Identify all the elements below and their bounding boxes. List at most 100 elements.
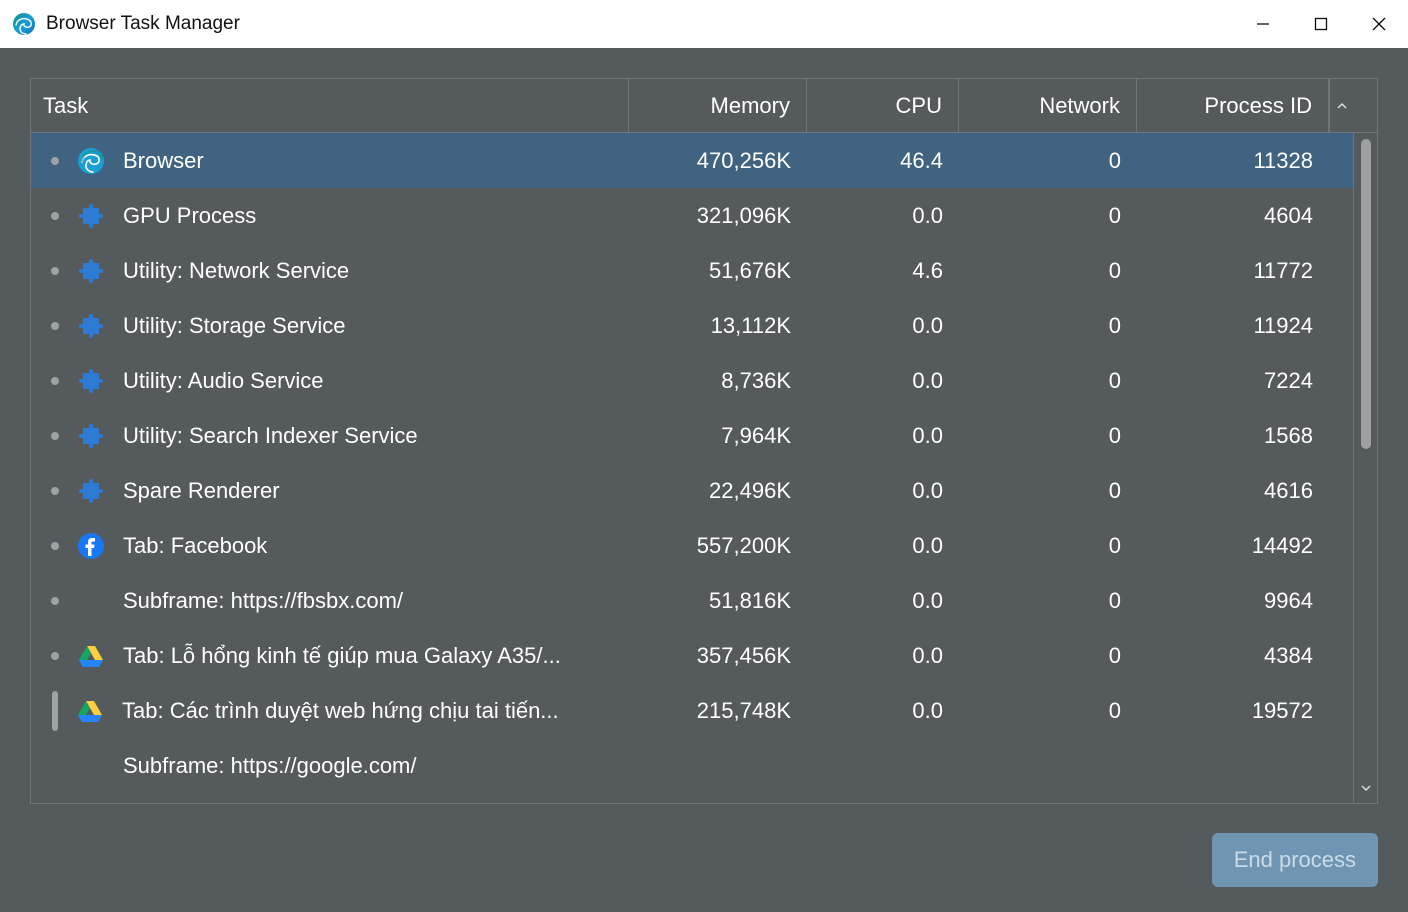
puzzle-icon (77, 202, 105, 230)
vertical-scrollbar[interactable] (1353, 133, 1377, 803)
cell-memory: 7,964K (629, 423, 807, 449)
puzzle-icon (77, 422, 105, 450)
cell-cpu: 0.0 (807, 313, 959, 339)
cell-process-id: 14492 (1137, 533, 1329, 559)
table-body: Browser470,256K46.4011328GPU Process321,… (31, 133, 1377, 803)
cell-cpu: 0.0 (807, 203, 959, 229)
cell-memory: 51,676K (629, 258, 807, 284)
status-dot (51, 377, 59, 385)
task-label: Subframe: https://fbsbx.com/ (123, 588, 403, 614)
cell-cpu: 4.6 (807, 258, 959, 284)
cell-memory: 557,200K (629, 533, 807, 559)
scrollbar-thumb[interactable] (1361, 139, 1371, 449)
status-dot (51, 652, 59, 660)
table-row[interactable]: Subframe: https://google.com/ (31, 738, 1353, 793)
cell-task: Utility: Search Indexer Service (31, 422, 629, 450)
col-network[interactable]: Network (959, 79, 1137, 132)
puzzle-icon (77, 257, 105, 285)
table-row[interactable]: Tab: Lỗ hổng kinh tế giúp mua Galaxy A35… (31, 628, 1353, 683)
puzzle-icon (77, 477, 105, 505)
cell-memory: 22,496K (629, 478, 807, 504)
table-row[interactable]: Utility: Storage Service13,112K0.0011924 (31, 298, 1353, 353)
close-button[interactable] (1350, 0, 1408, 48)
status-dot (51, 487, 59, 495)
col-task[interactable]: Task (31, 79, 629, 132)
cell-memory: 470,256K (629, 148, 807, 174)
cell-cpu: 0.0 (807, 588, 959, 614)
cell-network: 0 (959, 423, 1137, 449)
cell-network: 0 (959, 698, 1137, 724)
table-row[interactable]: Subframe: https://fbsbx.com/51,816K0.009… (31, 573, 1353, 628)
cell-network: 0 (959, 148, 1137, 174)
cell-network: 0 (959, 478, 1137, 504)
chevron-down-icon (1360, 781, 1372, 799)
cell-process-id: 1568 (1137, 423, 1329, 449)
drive-icon (77, 642, 105, 670)
task-label: Spare Renderer (123, 478, 280, 504)
cell-task: GPU Process (31, 202, 629, 230)
task-label: Subframe: https://google.com/ (123, 753, 417, 779)
cell-cpu: 46.4 (807, 148, 959, 174)
maximize-button[interactable] (1292, 0, 1350, 48)
table-row[interactable]: Utility: Audio Service8,736K0.007224 (31, 353, 1353, 408)
cell-task: Tab: Facebook (31, 532, 629, 560)
table-row[interactable]: Browser470,256K46.4011328 (31, 133, 1353, 188)
table-row[interactable]: Utility: Network Service 51,676K4.6011772 (31, 243, 1353, 298)
cell-task: Subframe: https://google.com/ (31, 752, 629, 780)
status-dot (51, 542, 59, 550)
cell-cpu: 0.0 (807, 533, 959, 559)
cell-network: 0 (959, 643, 1137, 669)
scroll-up-button[interactable] (1329, 79, 1353, 132)
table-row[interactable]: Tab: Facebook 557,200K0.0014492 (31, 518, 1353, 573)
table-header: Task Memory CPU Network Process ID (31, 79, 1377, 133)
footer: End process (30, 830, 1378, 890)
task-label: Browser (123, 148, 204, 174)
col-cpu[interactable]: CPU (807, 79, 959, 132)
edge-icon (12, 12, 36, 36)
status-dot (51, 432, 59, 440)
col-process-id[interactable]: Process ID (1137, 79, 1329, 132)
cell-memory: 51,816K (629, 588, 807, 614)
cell-cpu: 0.0 (807, 643, 959, 669)
status-dot (51, 267, 59, 275)
puzzle-icon (77, 367, 105, 395)
end-process-button[interactable]: End process (1212, 833, 1378, 887)
cell-cpu: 0.0 (807, 698, 959, 724)
cell-process-id: 7224 (1137, 368, 1329, 394)
cell-process-id: 4604 (1137, 203, 1329, 229)
cell-task: Utility: Storage Service (31, 312, 629, 340)
puzzle-icon (77, 312, 105, 340)
edge-icon (77, 147, 105, 175)
cell-network: 0 (959, 588, 1137, 614)
task-label: Tab: Facebook (123, 533, 267, 559)
table-row[interactable]: Tab: Các trình duyệt web hứng chịu tai t… (31, 683, 1353, 738)
cell-network: 0 (959, 368, 1137, 394)
cell-process-id: 4384 (1137, 643, 1329, 669)
cell-memory: 321,096K (629, 203, 807, 229)
table-row[interactable]: Utility: Search Indexer Service7,964K0.0… (31, 408, 1353, 463)
cell-memory: 215,748K (629, 698, 807, 724)
titlebar: Browser Task Manager (0, 0, 1408, 48)
task-label: Utility: Network Service (123, 258, 349, 284)
drive-icon (76, 697, 104, 725)
cell-network: 0 (959, 533, 1137, 559)
cell-network: 0 (959, 313, 1137, 339)
cell-task: Subframe: https://fbsbx.com/ (31, 587, 629, 615)
cell-process-id: 11924 (1137, 313, 1329, 339)
col-memory[interactable]: Memory (629, 79, 807, 132)
status-dot (51, 212, 59, 220)
status-dot (51, 157, 59, 165)
table-row[interactable]: Spare Renderer22,496K0.004616 (31, 463, 1353, 518)
cell-network: 0 (959, 203, 1137, 229)
cell-process-id: 11772 (1137, 258, 1329, 284)
cell-process-id: 4616 (1137, 478, 1329, 504)
table-row[interactable]: GPU Process321,096K0.004604 (31, 188, 1353, 243)
minimize-button[interactable] (1234, 0, 1292, 48)
cell-memory: 13,112K (629, 313, 807, 339)
cell-task: Spare Renderer (31, 477, 629, 505)
content-panel: Task Memory CPU Network Process ID Brows… (0, 48, 1408, 912)
cell-network: 0 (959, 258, 1137, 284)
task-label: Tab: Các trình duyệt web hứng chịu tai t… (122, 698, 559, 724)
task-label: Tab: Lỗ hổng kinh tế giúp mua Galaxy A35… (123, 643, 561, 669)
status-dot (51, 597, 59, 605)
